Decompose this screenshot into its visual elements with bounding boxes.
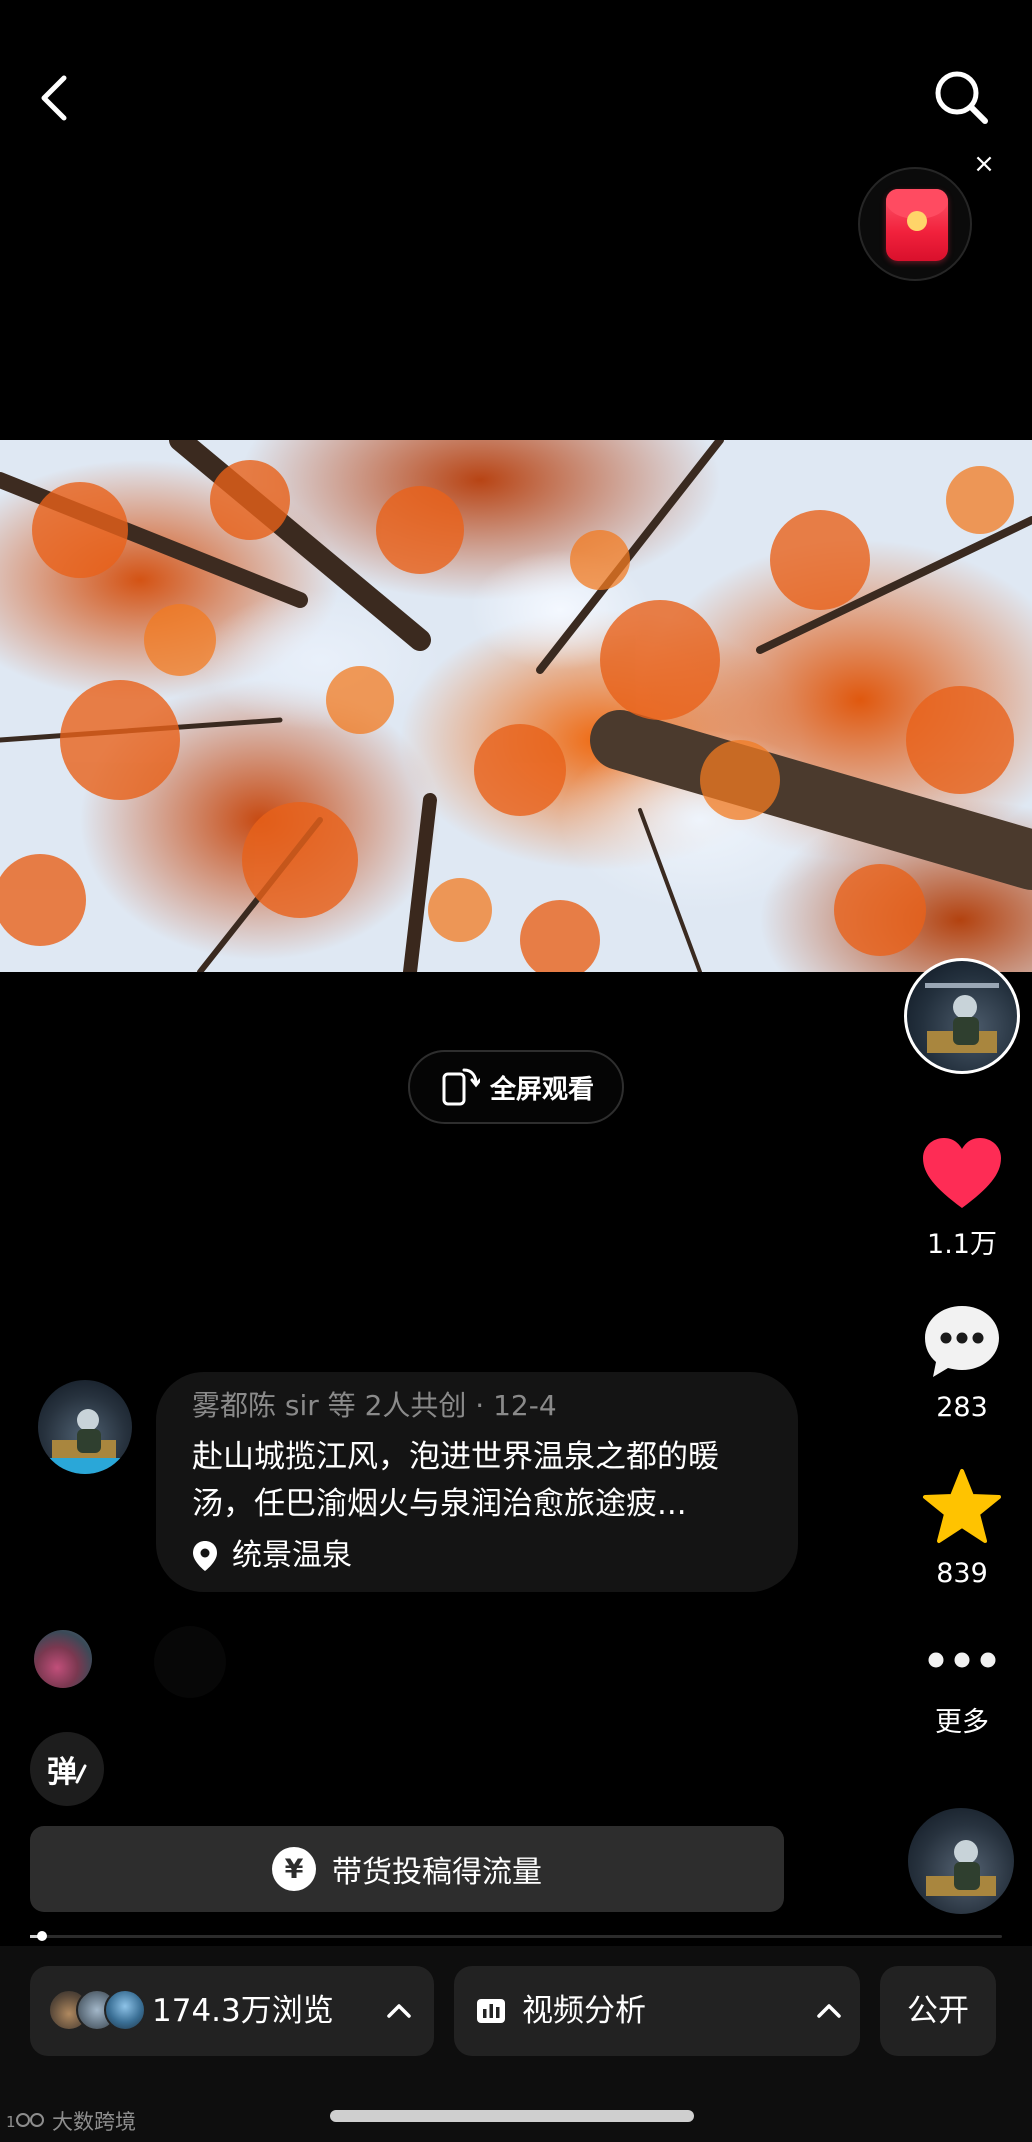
yuan-icon: ¥ bbox=[272, 1847, 316, 1891]
video-frame-image bbox=[0, 440, 1032, 972]
music-disc-avatar[interactable] bbox=[908, 1808, 1014, 1914]
red-packet-close-button[interactable]: × bbox=[972, 151, 996, 177]
svg-text:1: 1 bbox=[6, 2113, 16, 2131]
viewer-avatar[interactable] bbox=[34, 1630, 92, 1688]
views-button[interactable]: 174.3万浏览 bbox=[30, 1966, 434, 2056]
fullscreen-button[interactable]: 全屏观看 bbox=[408, 1050, 624, 1124]
like-count: 1.1万 bbox=[927, 1229, 997, 1260]
avatar-image bbox=[38, 1409, 132, 1474]
avatar-image bbox=[925, 983, 999, 1053]
comment-bubble-icon bbox=[925, 1306, 999, 1377]
promo-submit-button[interactable]: ¥ 带货投稿得流量 bbox=[30, 1826, 784, 1912]
more-label: 更多 bbox=[935, 1707, 989, 1738]
video-analytics-button[interactable]: 视频分析 bbox=[454, 1966, 860, 2056]
video-player[interactable] bbox=[0, 440, 1032, 972]
location-label: 统景温泉 bbox=[232, 1538, 352, 1573]
video-analytics-label: 视频分析 bbox=[522, 1993, 646, 2029]
chevron-up-icon bbox=[817, 2004, 841, 2018]
back-button[interactable] bbox=[30, 66, 82, 130]
views-count: 174.3万浏览 bbox=[152, 1993, 334, 2029]
star-icon bbox=[923, 1469, 1001, 1543]
creator-avatar[interactable] bbox=[904, 958, 1020, 1074]
viewer-mini-avatar bbox=[104, 1989, 146, 2031]
heart-icon bbox=[923, 1138, 1001, 1208]
red-packet-button[interactable] bbox=[858, 167, 972, 281]
danmaku-label: 弹 bbox=[47, 1755, 77, 1790]
red-envelope-icon bbox=[886, 189, 948, 261]
favorite-count: 839 bbox=[936, 1558, 988, 1589]
fullscreen-label: 全屏观看 bbox=[489, 1074, 594, 1105]
progress-bar[interactable] bbox=[30, 1935, 1002, 1938]
favorite-button[interactable]: 839 bbox=[914, 1468, 1010, 1589]
bar-chart-icon bbox=[477, 1999, 505, 2023]
progress-handle[interactable] bbox=[37, 1931, 47, 1941]
more-button[interactable]: 更多 bbox=[914, 1640, 1010, 1739]
rotate-phone-icon bbox=[442, 1068, 480, 1106]
caption-text: 赴山城揽江风，泡进世界温泉之都的暖汤，任巴渝烟火与泉润治愈旅途疲... bbox=[192, 1439, 719, 1522]
danmaku-slash-icon bbox=[75, 1764, 87, 1784]
faded-overlay-dot bbox=[154, 1626, 226, 1698]
like-button[interactable]: 1.1万 bbox=[914, 1136, 1010, 1261]
watermark-logo: 1 bbox=[6, 2113, 44, 2131]
caption-card[interactable]: 雾都陈 sir 等 2人共创 · 12-4 赴山城揽江风，泡进世界温泉之都的暖汤… bbox=[156, 1372, 798, 1592]
visibility-public-button[interactable]: 公开 bbox=[880, 1966, 996, 2056]
watermark: 1 大数跨境 bbox=[6, 2106, 136, 2136]
location-tag[interactable]: 统景温泉 bbox=[192, 1534, 762, 1578]
chevron-left-icon bbox=[41, 75, 67, 121]
chevron-up-icon bbox=[387, 2004, 411, 2018]
more-dots-icon bbox=[928, 1652, 996, 1668]
author-avatar[interactable] bbox=[38, 1380, 132, 1474]
avatar-image bbox=[926, 1840, 996, 1896]
comment-count: 283 bbox=[936, 1392, 988, 1423]
location-pin-icon bbox=[193, 1541, 217, 1571]
watermark-text: 大数跨境 bbox=[52, 2110, 136, 2134]
search-button[interactable] bbox=[930, 66, 994, 130]
search-icon bbox=[935, 71, 988, 124]
home-indicator[interactable] bbox=[330, 2110, 694, 2122]
promo-label: 带货投稿得流量 bbox=[332, 1855, 542, 1890]
comment-button[interactable]: 283 bbox=[914, 1302, 1010, 1423]
caption-meta: 雾都陈 sir 等 2人共创 · 12-4 bbox=[192, 1389, 557, 1422]
danmaku-toggle-button[interactable]: 弹 bbox=[30, 1732, 104, 1806]
